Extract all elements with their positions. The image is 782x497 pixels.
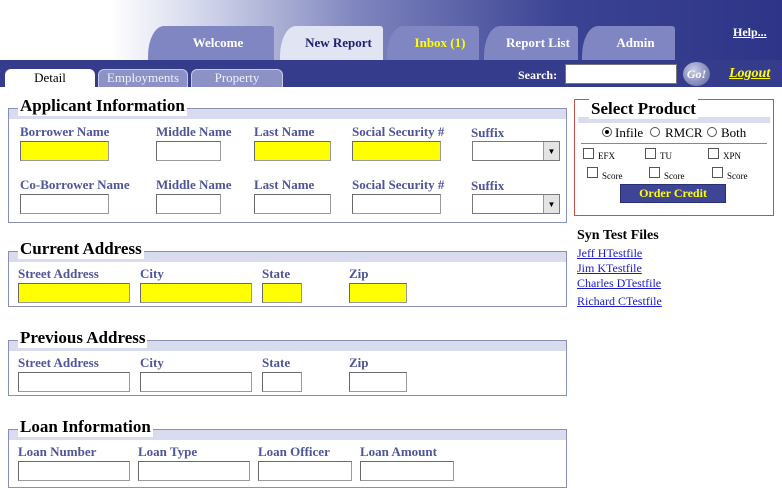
current-address-section: Current Address Street Address City Stat…: [8, 239, 567, 307]
syn-file-link[interactable]: Jim KTestfile: [577, 261, 642, 276]
borrower-name-label: Borrower Name: [20, 124, 110, 139]
current-city-label: City: [140, 266, 164, 281]
current-street-label: Street Address: [18, 266, 99, 281]
borrower-name-field[interactable]: [20, 141, 109, 161]
select-product-title: Select Product: [589, 99, 698, 119]
loan-number-field[interactable]: [18, 461, 130, 481]
tu-score-checkbox[interactable]: [649, 167, 660, 178]
xpn-label: XPN: [723, 151, 742, 161]
efx-label: EFX: [598, 151, 616, 161]
tab-report-list[interactable]: Report List: [484, 26, 578, 60]
ssn-label: Social Security #: [352, 124, 445, 139]
rmcr-radio[interactable]: [650, 127, 660, 137]
subtab-property[interactable]: Property: [191, 69, 283, 87]
syn-file-link[interactable]: Richard CTestfile: [577, 294, 662, 309]
section-title-loan-information: Loan Information: [18, 417, 153, 437]
loan-type-label: Loan Type: [138, 444, 198, 459]
efx-checkbox[interactable]: [583, 148, 594, 159]
top-banner: Welcome New Report Inbox (1) Report List…: [0, 0, 782, 60]
borrower-ssn-field[interactable]: [352, 141, 441, 161]
current-zip-field[interactable]: [349, 283, 407, 303]
tab-inbox[interactable]: Inbox (1): [387, 26, 479, 60]
go-button[interactable]: Go!: [683, 62, 710, 86]
tu-label: TU: [660, 151, 672, 161]
co-middle-name-label: Middle Name: [156, 177, 232, 192]
co-suffix-label: Suffix: [471, 178, 505, 193]
previous-state-label: State: [262, 355, 291, 370]
xpn-score-checkbox[interactable]: [712, 167, 723, 178]
previous-city-label: City: [140, 355, 164, 370]
divider: [581, 143, 767, 144]
current-state-field[interactable]: [262, 283, 302, 303]
search-input[interactable]: [565, 64, 677, 84]
xpn-checkbox[interactable]: [708, 148, 719, 159]
co-ssn-label: Social Security #: [352, 177, 445, 192]
previous-city-field[interactable]: [140, 372, 252, 392]
previous-address-section: Previous Address Street Address City Sta…: [8, 328, 567, 396]
syn-file-link[interactable]: Charles DTestfile: [577, 276, 661, 291]
help-link[interactable]: Help...: [733, 25, 767, 40]
syn-file-link[interactable]: Jeff HTestfile: [577, 246, 642, 261]
borrower-suffix-select[interactable]: ▼: [472, 141, 560, 161]
section-title-current-address: Current Address: [18, 239, 144, 259]
tab-admin[interactable]: Admin: [582, 26, 675, 60]
middle-name-label: Middle Name: [156, 124, 232, 139]
suffix-label: Suffix: [471, 125, 505, 140]
current-street-field[interactable]: [18, 283, 130, 303]
previous-street-field[interactable]: [18, 372, 130, 392]
syn-test-files-title: Syn Test Files: [577, 228, 659, 243]
borrower-middle-name-field[interactable]: [156, 141, 221, 161]
previous-street-label: Street Address: [18, 355, 99, 370]
current-state-label: State: [262, 266, 291, 281]
previous-zip-field[interactable]: [349, 372, 407, 392]
subtab-employments[interactable]: Employments: [98, 69, 188, 87]
co-borrower-middle-name-field[interactable]: [156, 194, 221, 214]
co-borrower-name-label: Co-Borrower Name: [20, 177, 130, 192]
infile-radio-label: Infile: [615, 125, 644, 140]
borrower-last-name-field[interactable]: [254, 141, 331, 161]
loan-officer-field[interactable]: [258, 461, 352, 481]
chevron-down-icon[interactable]: ▼: [543, 142, 559, 160]
co-last-name-label: Last Name: [254, 177, 315, 192]
tab-new-report[interactable]: New Report: [280, 26, 383, 60]
loan-amount-field[interactable]: [360, 461, 454, 481]
xpn-score-label: Score: [727, 171, 748, 181]
previous-state-field[interactable]: [262, 372, 302, 392]
subtab-detail[interactable]: Detail: [5, 69, 95, 87]
co-borrower-name-field[interactable]: [20, 194, 109, 214]
loan-number-label: Loan Number: [18, 444, 97, 459]
tu-checkbox[interactable]: [645, 148, 656, 159]
infile-radio[interactable]: [602, 127, 612, 137]
current-city-field[interactable]: [140, 283, 252, 303]
tu-score-label: Score: [664, 171, 685, 181]
logout-link[interactable]: Logout: [729, 66, 770, 82]
co-borrower-last-name-field[interactable]: [254, 194, 331, 214]
search-label: Search:: [518, 68, 558, 82]
co-borrower-ssn-field[interactable]: [352, 194, 441, 214]
applicant-information-section: Applicant Information Borrower Name Midd…: [8, 96, 567, 223]
select-product-panel: Select Product Infile RMCR Both EFX TU X…: [574, 99, 774, 216]
co-borrower-suffix-select[interactable]: ▼: [472, 194, 560, 214]
both-radio-label: Both: [721, 125, 747, 140]
previous-zip-label: Zip: [349, 355, 369, 370]
tab-welcome[interactable]: Welcome: [148, 26, 274, 60]
section-title-previous-address: Previous Address: [18, 328, 148, 348]
chevron-down-icon[interactable]: ▼: [543, 195, 559, 213]
loan-officer-label: Loan Officer: [258, 444, 330, 459]
loan-amount-label: Loan Amount: [360, 444, 437, 459]
section-title-applicant: Applicant Information: [18, 96, 187, 116]
efx-score-checkbox[interactable]: [587, 167, 598, 178]
current-zip-label: Zip: [349, 266, 369, 281]
order-credit-button[interactable]: Order Credit: [620, 184, 726, 203]
both-radio[interactable]: [707, 127, 717, 137]
rmcr-radio-label: RMCR: [665, 125, 703, 140]
loan-type-field[interactable]: [138, 461, 250, 481]
loan-information-section: Loan Information Loan Number Loan Type L…: [8, 417, 567, 488]
last-name-label: Last Name: [254, 124, 315, 139]
efx-score-label: Score: [602, 171, 623, 181]
